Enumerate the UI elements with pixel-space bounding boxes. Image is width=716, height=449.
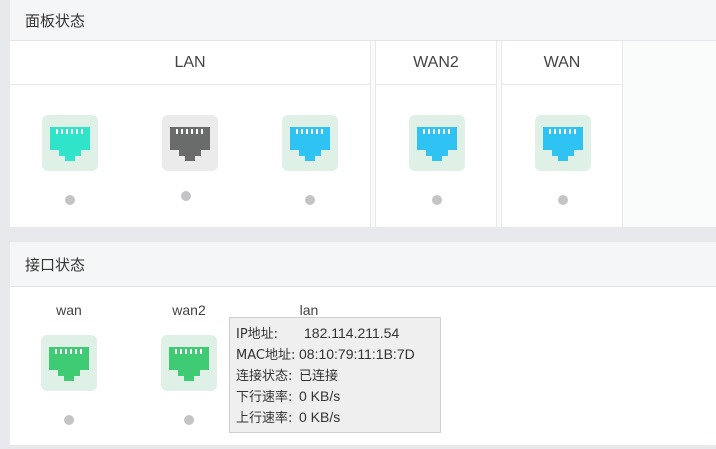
panel-lan-port-1-status-dot	[65, 195, 75, 205]
interface-wan2-status-dot	[184, 415, 194, 425]
panel-wan2-port-status-dot	[432, 195, 442, 205]
panel-group-lan: LAN	[10, 41, 371, 227]
panel-status-title: 面板状态	[25, 11, 86, 30]
interface-label-wan: wan	[56, 302, 82, 318]
panel-group-wan: WAN	[501, 41, 623, 227]
ethernet-port-icon	[170, 127, 210, 161]
panel-group-wan2: WAN2	[375, 41, 497, 227]
ethernet-port-icon	[417, 127, 457, 161]
tooltip-value: 0 KB/s	[299, 408, 341, 425]
tooltip-key: MAC地址:	[236, 348, 296, 363]
tooltip-value: 08:10:79:11:1B:7D	[299, 345, 415, 362]
tooltip-row-connection: 连接状态: 已连接	[236, 364, 440, 385]
ethernet-port-icon	[49, 347, 89, 381]
tooltip-row-ip: IP地址: 182.114.211.54	[236, 322, 440, 343]
ethernet-port-icon	[169, 347, 209, 381]
panel-group-lan-title: LAN	[10, 41, 370, 85]
panel-wan2-port[interactable]	[409, 115, 465, 171]
tooltip-row-mac: MAC地址: 08:10:79:11:1B:7D	[236, 343, 440, 364]
panel-lan-port-3[interactable]	[282, 115, 338, 171]
interface-wan-port[interactable]	[41, 335, 97, 391]
tooltip-key: 连接状态:	[236, 369, 293, 384]
interface-label-wan2: wan2	[172, 302, 206, 318]
tooltip-key: 上行速率:	[236, 411, 293, 426]
tooltip-key: IP地址:	[236, 327, 279, 342]
panel-lan-port-2[interactable]	[162, 115, 218, 171]
tooltip-value: 0 KB/s	[299, 387, 341, 404]
interface-status-title: 接口状态	[25, 255, 86, 274]
tooltip-value: 182.114.211.54	[304, 324, 400, 341]
interface-label-lan[interactable]: lan	[269, 302, 349, 318]
interface-wan2-port[interactable]	[161, 335, 217, 391]
tooltip-row-download: 下行速率: 0 KB/s	[236, 385, 440, 406]
panel-lan-port-2-status-dot	[181, 191, 191, 201]
tooltip-row-upload: 上行速率: 0 KB/s	[236, 406, 440, 427]
panel-lan-port-1[interactable]	[42, 115, 98, 171]
panel-group-wan2-title: WAN2	[376, 41, 496, 85]
interface-status-header: 接口状态	[10, 242, 716, 287]
tooltip-value: 已连接	[299, 369, 339, 384]
panel-wan-port-status-dot	[558, 195, 568, 205]
ethernet-port-icon	[543, 127, 583, 161]
tooltip-key: 下行速率:	[236, 390, 293, 405]
lan-interface-tooltip: IP地址: 182.114.211.54 MAC地址: 08:10:79:11:…	[229, 317, 441, 433]
panel-lan-port-3-status-dot	[305, 195, 315, 205]
panel-group-wan-title: WAN	[502, 41, 622, 85]
panel-status-body: LAN WAN2 WAN	[10, 41, 716, 227]
ethernet-port-icon	[50, 127, 90, 161]
ethernet-port-icon	[290, 127, 330, 161]
panel-status-header: 面板状态	[10, 0, 716, 41]
interface-wan-status-dot	[64, 415, 74, 425]
panel-wan-port[interactable]	[535, 115, 591, 171]
